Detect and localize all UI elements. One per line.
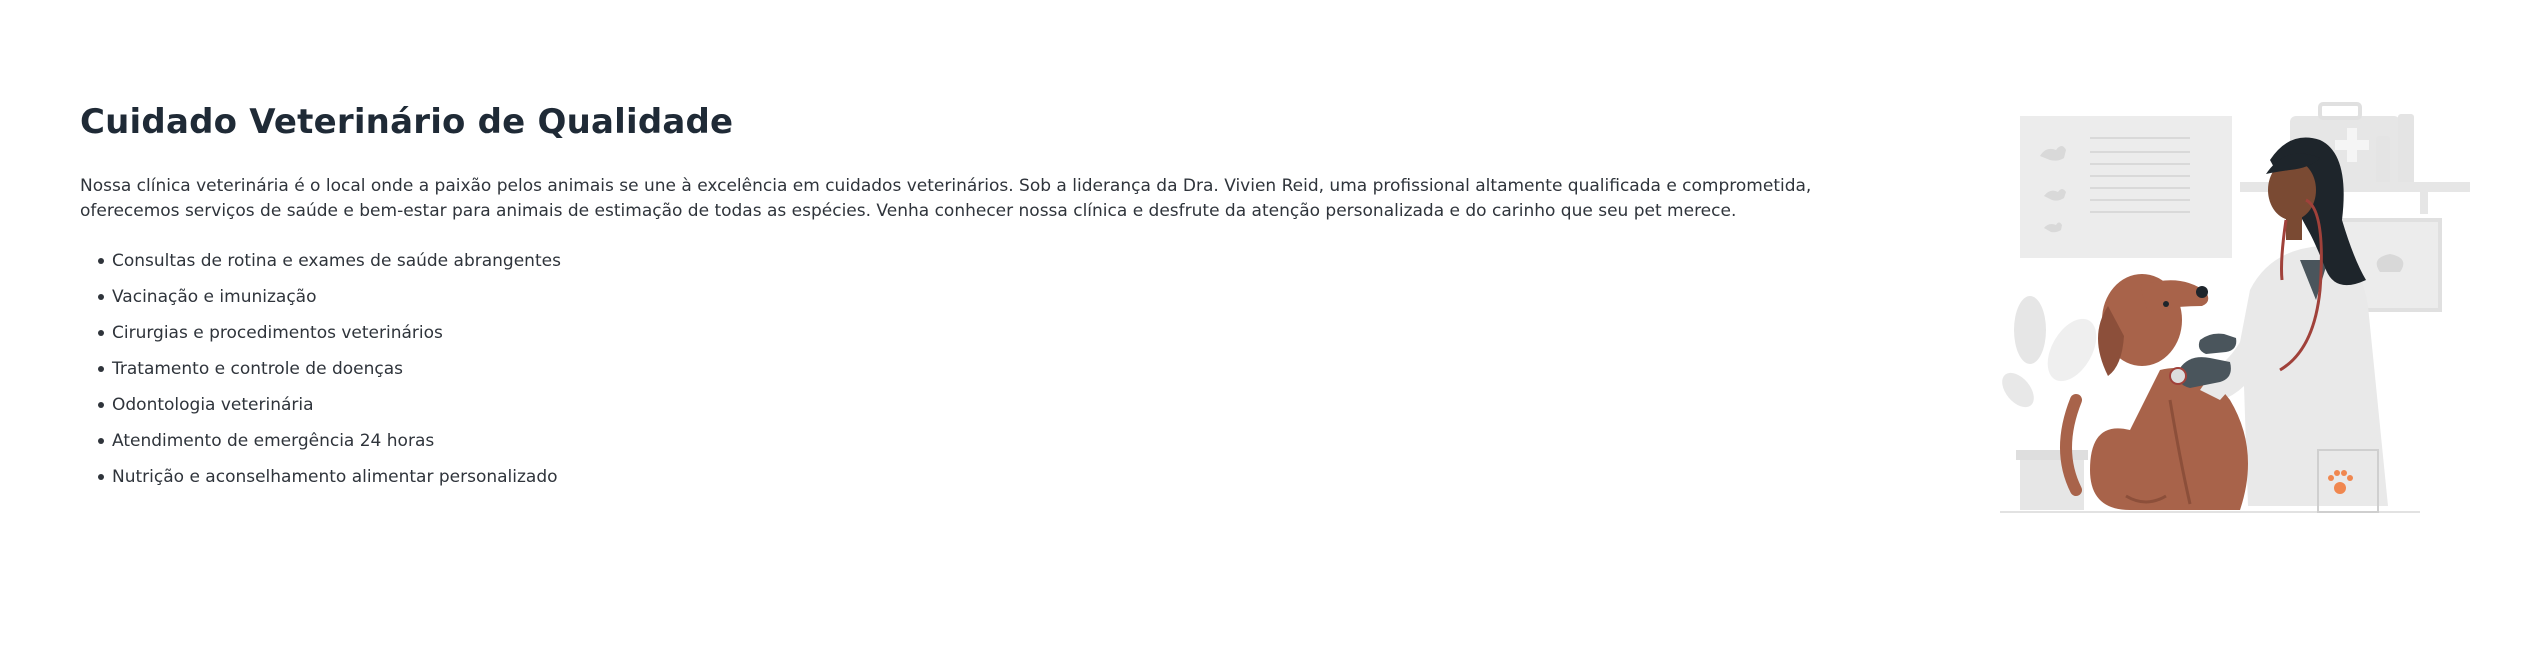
section-title: Cuidado Veterinário de Qualidade bbox=[80, 102, 734, 142]
veterinarian-with-dog-illustration bbox=[2000, 100, 2470, 540]
list-item: Odontologia veterinária bbox=[98, 394, 1900, 430]
stethoscope-chest-piece bbox=[2169, 367, 2187, 385]
list-item: Vacinação e imunização bbox=[98, 286, 1900, 322]
plant-leaf bbox=[2014, 296, 2046, 364]
services-list: Consultas de rotina e exames de saúde ab… bbox=[80, 250, 1900, 502]
list-item: Atendimento de emergência 24 horas bbox=[98, 430, 1900, 466]
bottle bbox=[2376, 136, 2390, 186]
services-section: Cuidado Veterinário de Qualidade Nossa c… bbox=[0, 0, 2541, 672]
vet-illustration-svg bbox=[2000, 102, 2470, 513]
list-item: Cirurgias e procedimentos veterinários bbox=[98, 322, 1900, 358]
dog-tail bbox=[2060, 394, 2082, 496]
bottle bbox=[2398, 114, 2414, 186]
dog-nose bbox=[2196, 286, 2208, 298]
list-item: Tratamento e controle de doenças bbox=[98, 358, 1900, 394]
services-content: Cuidado Veterinário de Qualidade Nossa c… bbox=[80, 100, 1900, 502]
list-item: Nutrição e aconselhamento alimentar pers… bbox=[98, 466, 1900, 502]
list-item: Consultas de rotina e exames de saúde ab… bbox=[98, 250, 1900, 286]
section-intro: Nossa clínica veterinária é o local onde… bbox=[80, 176, 1812, 221]
